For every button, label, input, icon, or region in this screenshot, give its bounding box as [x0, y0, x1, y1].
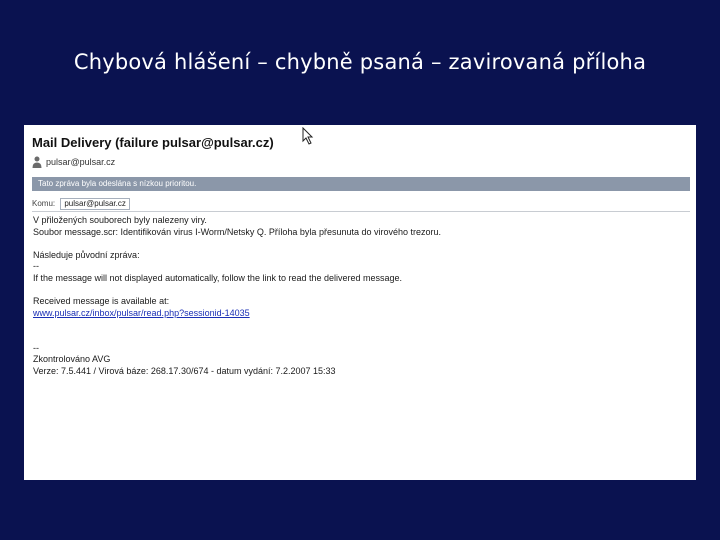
body-line: Verze: 7.5.441 / Virová báze: 268.17.30/… [33, 365, 336, 376]
body-line: Následuje původní zpráva: [33, 249, 140, 260]
body-line: Zkontrolováno AVG [33, 354, 111, 365]
mail-body: V přiložených souborech byly nalezeny vi… [33, 215, 683, 377]
mouse-pointer-icon [302, 127, 314, 145]
body-line: If the message will not displayed automa… [33, 272, 403, 283]
body-line: Received message is available at: [33, 296, 170, 307]
body-line: V přiložených souborech byly nalezeny vi… [33, 215, 207, 225]
mail-subject: Mail Delivery (failure pulsar@pulsar.cz) [32, 135, 274, 150]
message-link[interactable]: www.pulsar.cz/inbox/pulsar/read.php?sess… [33, 308, 683, 320]
to-row: Komu: pulsar@pulsar.cz [32, 197, 690, 212]
body-line: Soubor message.scr: Identifikován virus … [33, 226, 442, 237]
slide-title: Chybová hlášení – chybně psaná – zavirov… [73, 50, 647, 74]
email-screenshot: Mail Delivery (failure pulsar@pulsar.cz)… [24, 125, 696, 480]
sender-row: pulsar@pulsar.cz [32, 156, 115, 168]
body-line: -- [33, 261, 39, 272]
to-label: Komu: [32, 199, 56, 208]
priority-notice-bar: Tato zpráva byla odeslána s nízkou prior… [32, 177, 690, 191]
person-icon [32, 156, 42, 168]
body-line: -- [33, 342, 39, 353]
recipient-chip[interactable]: pulsar@pulsar.cz [60, 198, 130, 210]
sender-address[interactable]: pulsar@pulsar.cz [46, 157, 115, 167]
